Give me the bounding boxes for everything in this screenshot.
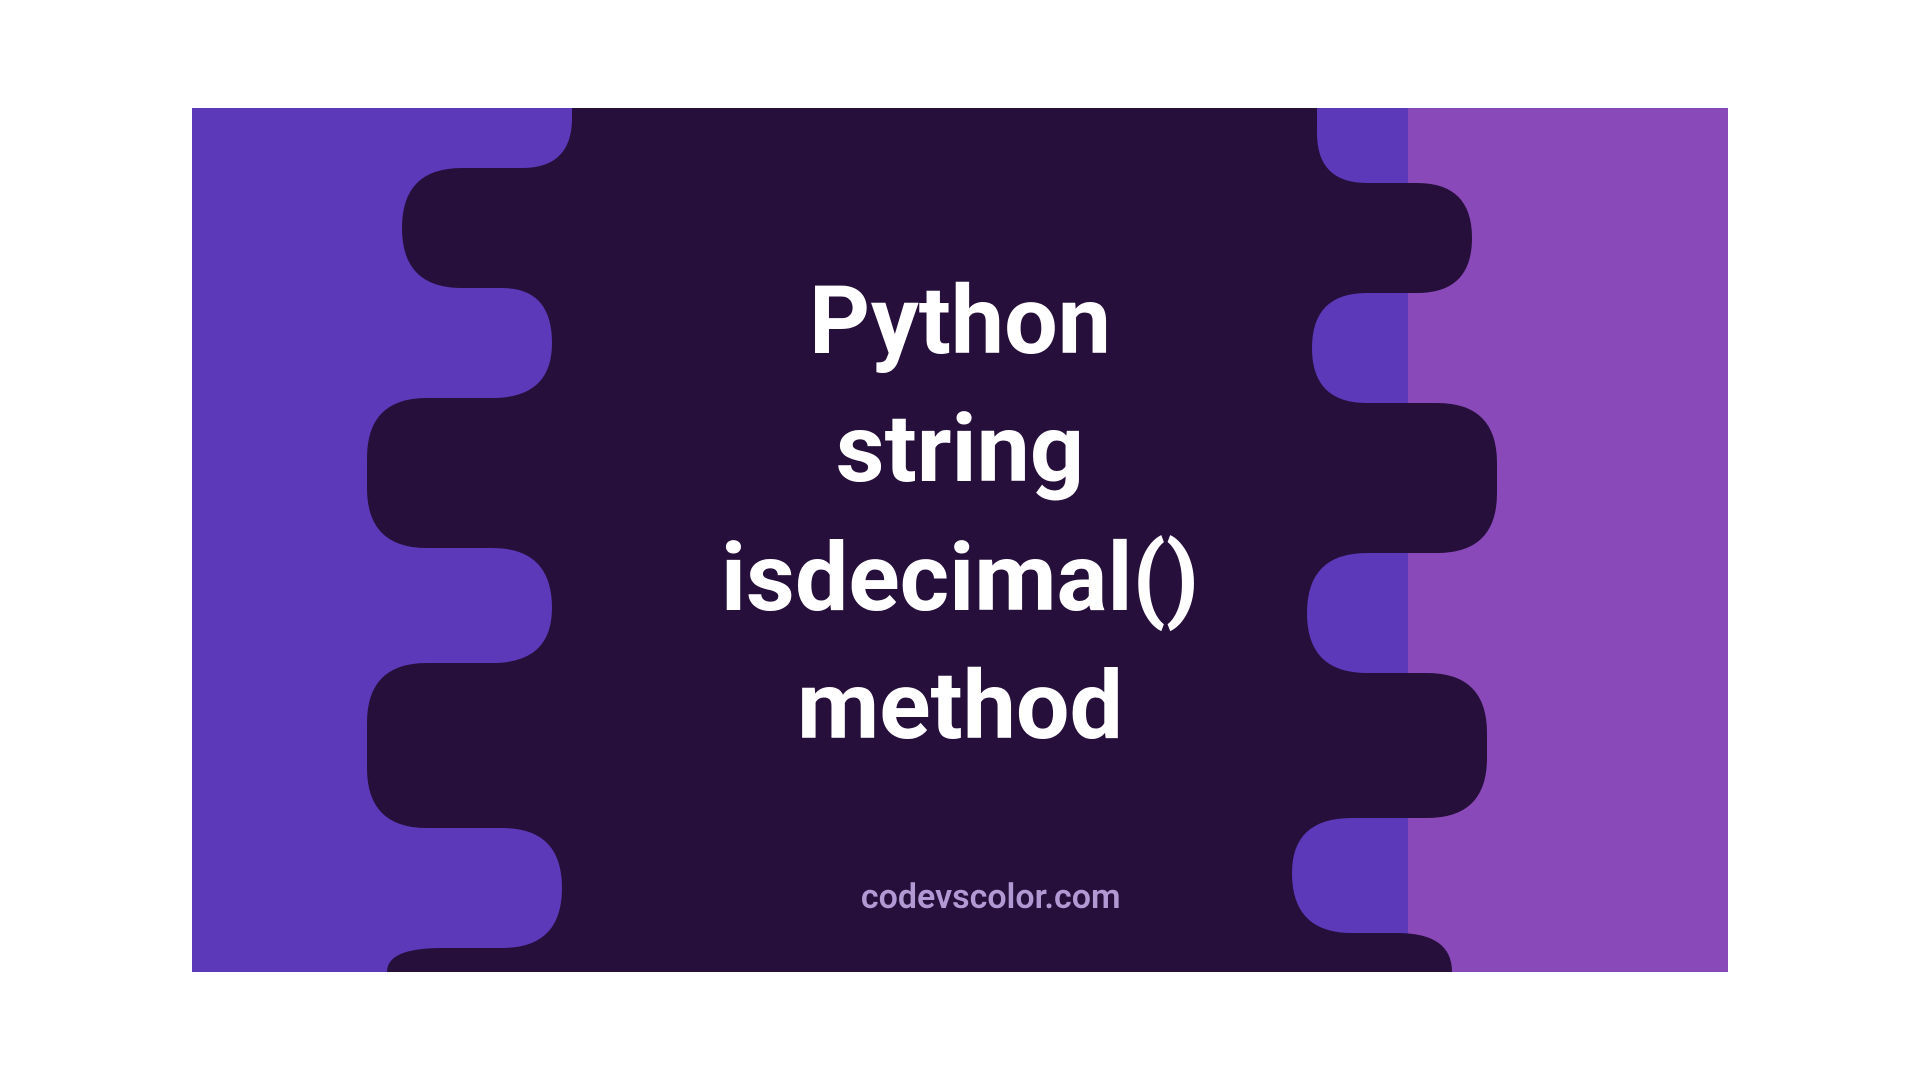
banner-container: Python string isdecimal() method codevsc…: [192, 108, 1728, 972]
banner-title: Python string isdecimal() method: [721, 258, 1199, 771]
watermark: codevscolor.com: [861, 877, 1121, 917]
